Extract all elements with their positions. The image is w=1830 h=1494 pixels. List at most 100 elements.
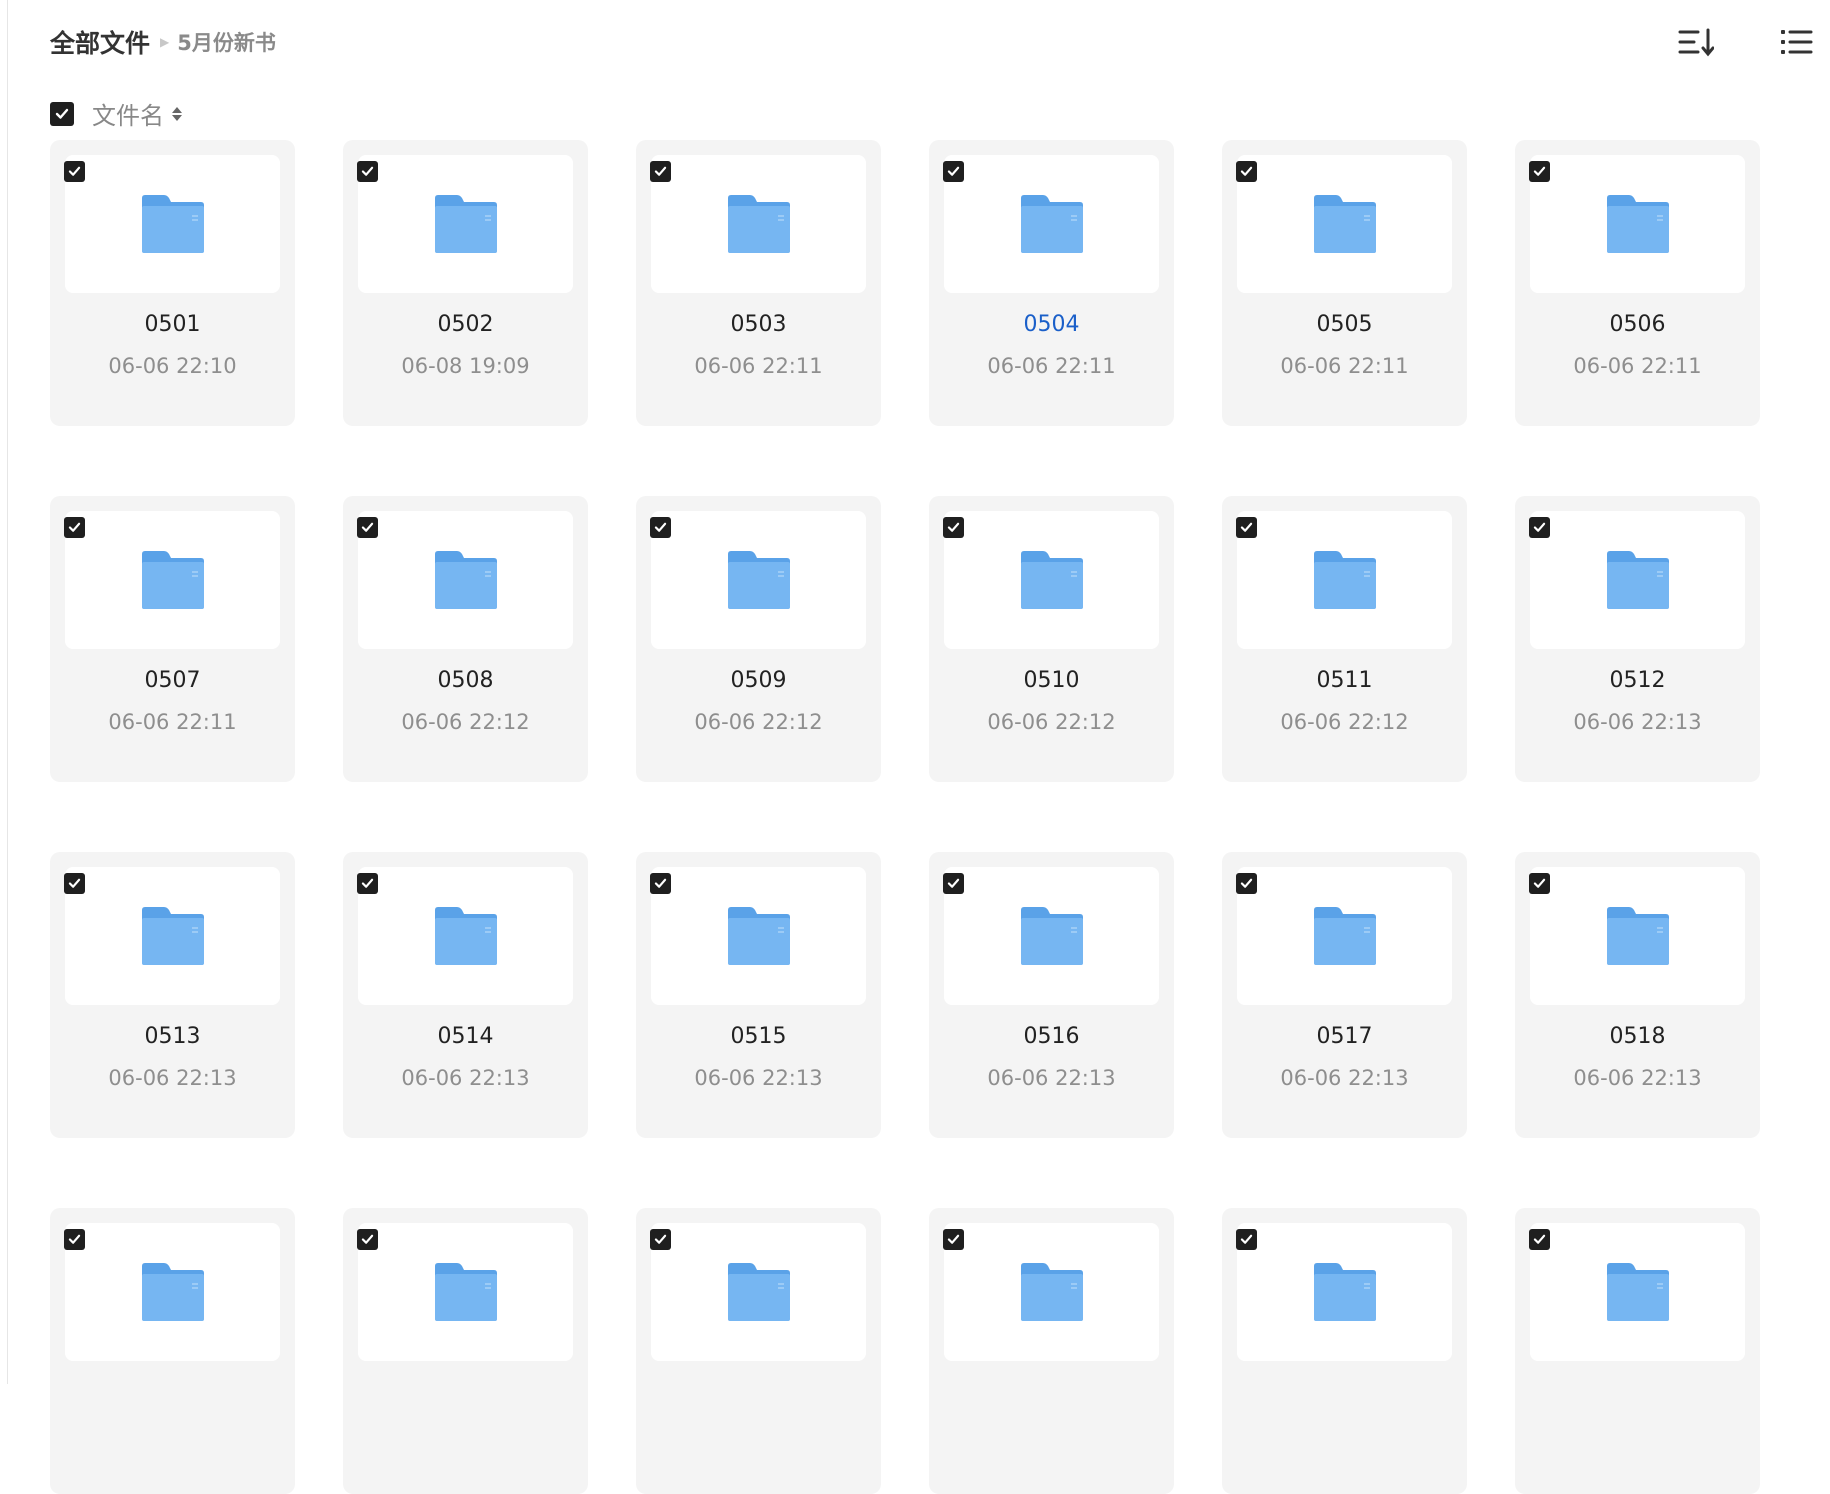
folder-icon	[1606, 551, 1669, 609]
folder-modified-date: 06-06 22:13	[694, 1066, 823, 1090]
checkmark-icon	[1240, 166, 1253, 176]
breadcrumb: 全部文件 ▶ 5月份新书	[50, 22, 276, 62]
sort-toggle-icon[interactable]	[172, 106, 182, 121]
folder-select-checkbox[interactable]	[1236, 161, 1257, 182]
checkmark-icon	[1240, 1234, 1253, 1244]
folder-icon	[1020, 195, 1083, 253]
folder-card[interactable]: 0503 06-06 22:11	[636, 140, 881, 426]
folder-select-checkbox[interactable]	[943, 517, 964, 538]
folder-thumbnail	[358, 155, 573, 293]
folder-select-checkbox[interactable]	[357, 1229, 378, 1250]
folder-icon	[727, 1263, 790, 1321]
folder-select-checkbox[interactable]	[357, 873, 378, 894]
folder-name: 0511	[1316, 668, 1373, 693]
folder-select-checkbox[interactable]	[943, 1229, 964, 1250]
folder-card[interactable]: 0515 06-06 22:13	[636, 852, 881, 1138]
folder-modified-date: 06-08 19:09	[401, 354, 530, 378]
folder-card[interactable]	[929, 1208, 1174, 1494]
folder-card[interactable]: 0518 06-06 22:13	[1515, 852, 1760, 1138]
folder-select-checkbox[interactable]	[64, 1229, 85, 1250]
folder-thumbnail	[651, 155, 866, 293]
folder-modified-date: 06-06 22:12	[401, 710, 530, 734]
breadcrumb-root[interactable]: 全部文件	[50, 24, 150, 60]
folder-select-checkbox[interactable]	[357, 517, 378, 538]
folder-name: 0502	[437, 312, 494, 337]
select-all-checkbox[interactable]	[50, 101, 74, 126]
folder-select-checkbox[interactable]	[64, 517, 85, 538]
folder-thumbnail	[65, 1223, 280, 1361]
folder-thumbnail	[1530, 867, 1745, 1005]
folder-icon	[1606, 907, 1669, 965]
folder-modified-date: 06-06 22:11	[1573, 354, 1702, 378]
folder-card[interactable]: 0501 06-06 22:10	[50, 140, 295, 426]
checkmark-icon	[1240, 522, 1253, 532]
folder-icon	[1313, 1263, 1376, 1321]
folder-thumbnail	[944, 867, 1159, 1005]
folder-modified-date: 06-06 22:12	[987, 710, 1116, 734]
folder-select-checkbox[interactable]	[650, 1229, 671, 1250]
folder-select-checkbox[interactable]	[1236, 1229, 1257, 1250]
folder-card[interactable]	[1222, 1208, 1467, 1494]
checkmark-icon	[654, 878, 667, 888]
folder-select-checkbox[interactable]	[1529, 873, 1550, 894]
folder-card[interactable]: 0512 06-06 22:13	[1515, 496, 1760, 782]
folder-card[interactable]: 0516 06-06 22:13	[929, 852, 1174, 1138]
folder-card[interactable]: 0506 06-06 22:11	[1515, 140, 1760, 426]
folder-select-checkbox[interactable]	[1236, 517, 1257, 538]
folder-select-checkbox[interactable]	[1529, 1229, 1550, 1250]
checkmark-icon	[1533, 166, 1546, 176]
folder-modified-date: 06-06 22:13	[1280, 1066, 1409, 1090]
folder-modified-date: 06-06 22:12	[1280, 710, 1409, 734]
folder-card[interactable]: 0504 06-06 22:11	[929, 140, 1174, 426]
folder-name: 0517	[1316, 1024, 1373, 1049]
folder-thumbnail	[1237, 867, 1452, 1005]
folder-icon	[434, 907, 497, 965]
folder-card[interactable]: 0502 06-08 19:09	[343, 140, 588, 426]
checkmark-icon	[361, 1234, 374, 1244]
sort-order-icon	[1678, 28, 1714, 57]
folder-select-checkbox[interactable]	[1236, 873, 1257, 894]
folder-select-checkbox[interactable]	[1529, 161, 1550, 182]
folder-card[interactable]	[343, 1208, 588, 1494]
folder-select-checkbox[interactable]	[1529, 517, 1550, 538]
folder-card[interactable]: 0508 06-06 22:12	[343, 496, 588, 782]
folder-thumbnail	[65, 511, 280, 649]
folder-icon	[141, 551, 204, 609]
folder-card[interactable]: 0513 06-06 22:13	[50, 852, 295, 1138]
folder-icon	[141, 195, 204, 253]
folder-card[interactable]	[50, 1208, 295, 1494]
folder-thumbnail	[944, 155, 1159, 293]
folder-select-checkbox[interactable]	[357, 161, 378, 182]
sort-by-filename-label[interactable]: 文件名	[92, 96, 164, 131]
sort-order-button[interactable]	[1676, 24, 1716, 60]
folder-card[interactable]: 0505 06-06 22:11	[1222, 140, 1467, 426]
folder-thumbnail	[651, 511, 866, 649]
folder-card[interactable]: 0509 06-06 22:12	[636, 496, 881, 782]
checkmark-icon	[68, 522, 81, 532]
folder-name: 0508	[437, 668, 494, 693]
folder-select-checkbox[interactable]	[943, 873, 964, 894]
checkmark-icon	[1533, 878, 1546, 888]
folder-thumbnail	[651, 1223, 866, 1361]
folder-select-checkbox[interactable]	[64, 161, 85, 182]
folder-select-checkbox[interactable]	[650, 161, 671, 182]
folder-name: 0501	[144, 312, 201, 337]
folder-card[interactable]: 0510 06-06 22:12	[929, 496, 1174, 782]
list-view-button[interactable]	[1776, 24, 1816, 60]
list-view-icon	[1781, 30, 1813, 54]
folder-card[interactable]: 0514 06-06 22:13	[343, 852, 588, 1138]
folder-icon	[434, 1263, 497, 1321]
folder-select-checkbox[interactable]	[943, 161, 964, 182]
folder-card[interactable]: 0507 06-06 22:11	[50, 496, 295, 782]
folder-select-checkbox[interactable]	[650, 517, 671, 538]
folder-icon	[1606, 195, 1669, 253]
folder-select-checkbox[interactable]	[64, 873, 85, 894]
folder-icon	[434, 195, 497, 253]
folder-card[interactable]: 0511 06-06 22:12	[1222, 496, 1467, 782]
folder-card[interactable]: 0517 06-06 22:13	[1222, 852, 1467, 1138]
folder-select-checkbox[interactable]	[650, 873, 671, 894]
folder-name: 0510	[1023, 668, 1080, 693]
folder-card[interactable]	[1515, 1208, 1760, 1494]
folder-card[interactable]	[636, 1208, 881, 1494]
checkmark-icon	[947, 166, 960, 176]
